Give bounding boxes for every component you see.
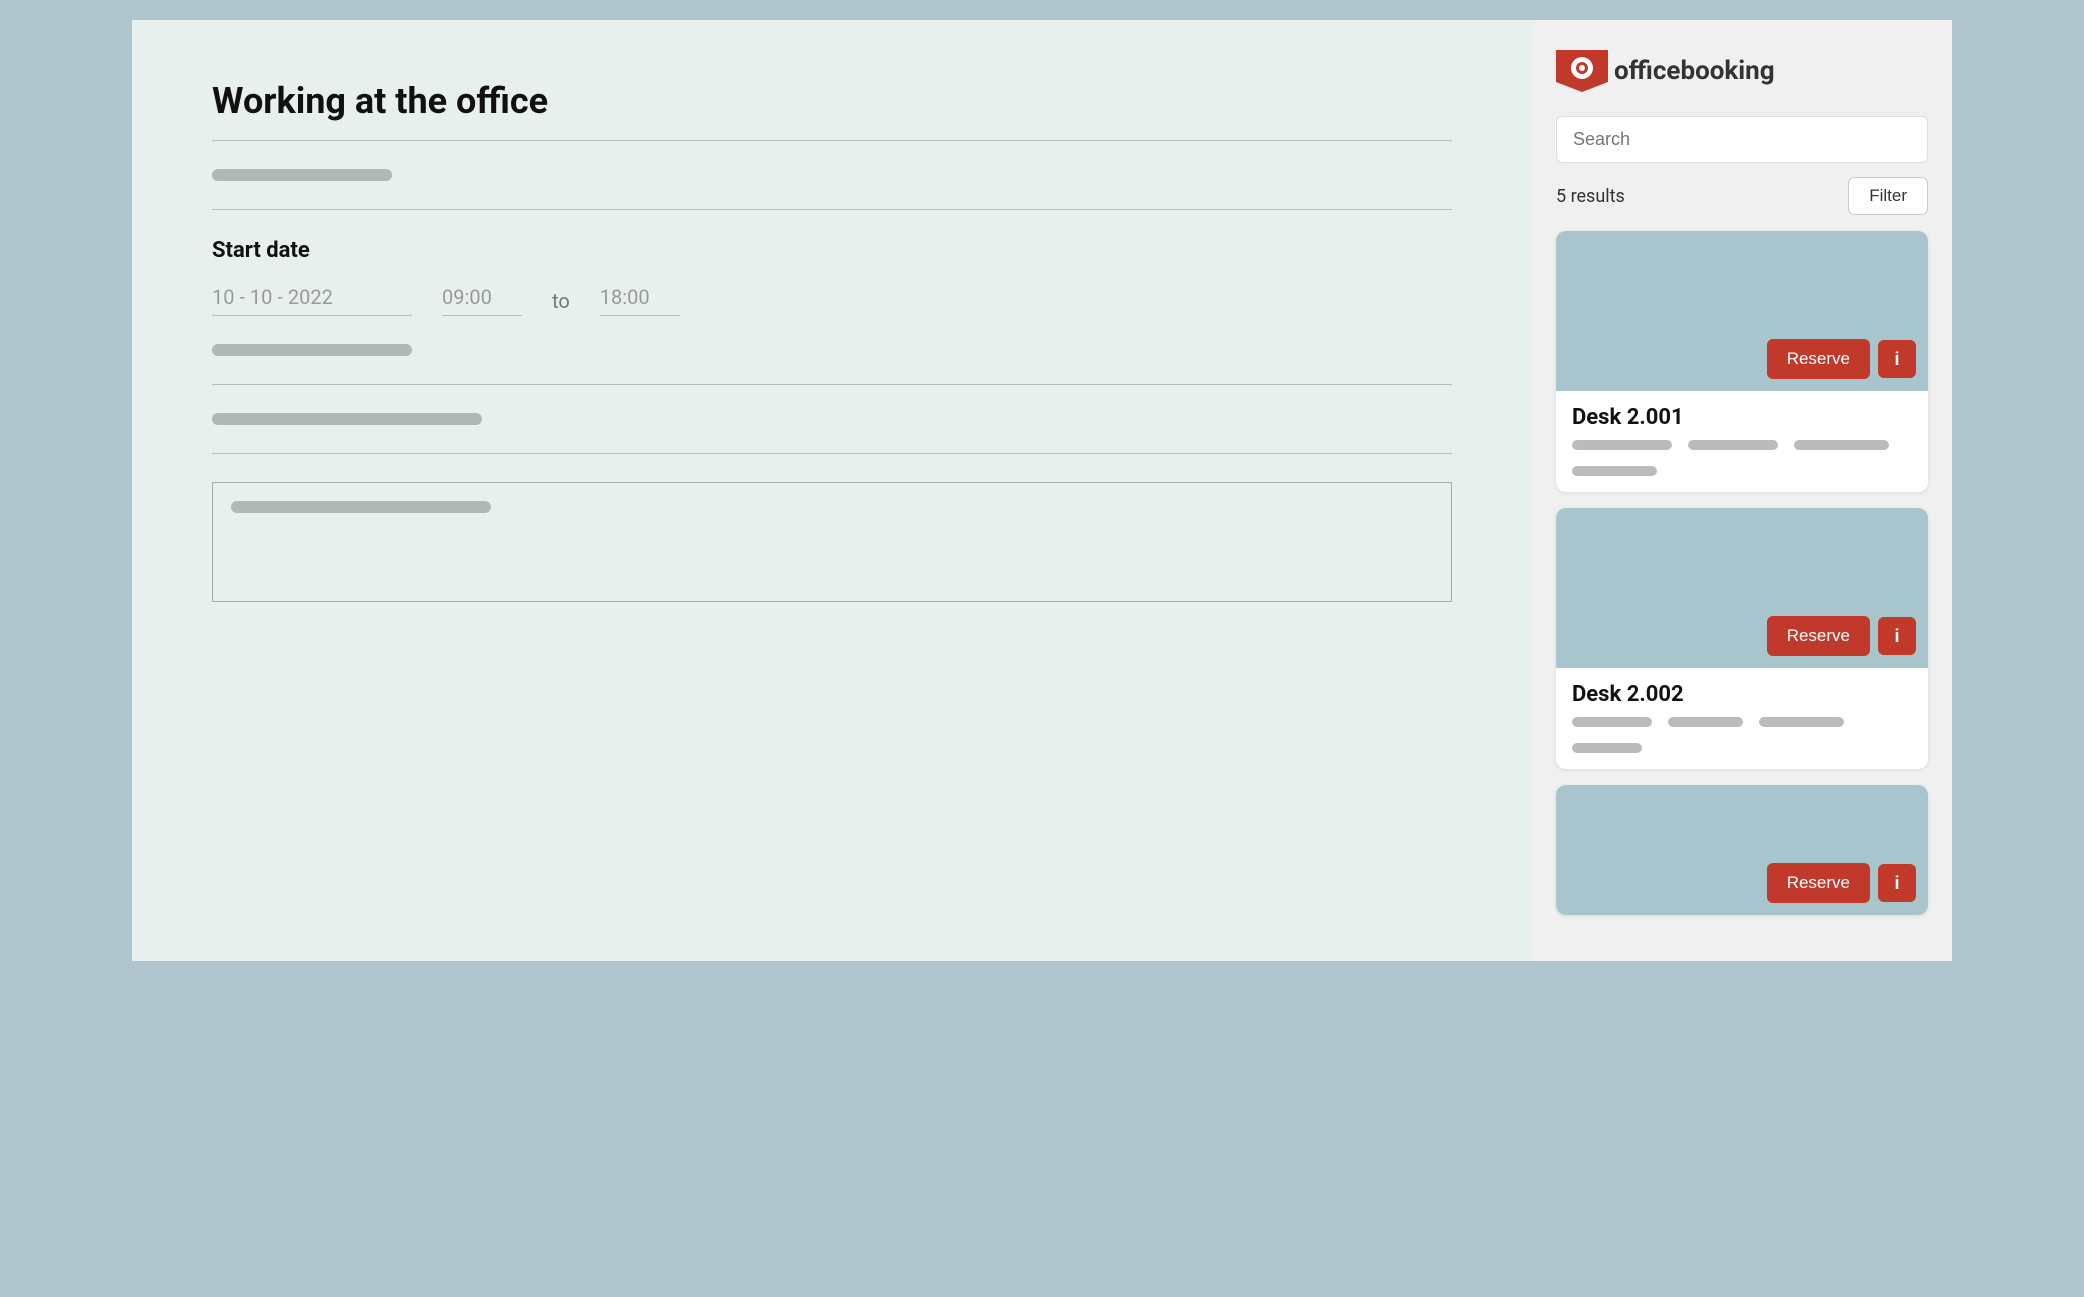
divider-2 [212, 209, 1452, 210]
logo-booking: booking [1680, 56, 1774, 86]
to-label: to [552, 289, 570, 313]
meta-bar-1-1 [1572, 440, 1672, 450]
reserve-button-1[interactable]: Reserve [1767, 339, 1870, 379]
card-btn-row-3: Reserve i [1767, 863, 1916, 903]
time-start-input[interactable]: 09:00 [442, 285, 522, 316]
divider-3 [212, 384, 1452, 385]
desk-card-3: Reserve i [1556, 785, 1928, 915]
logo-office: office [1614, 56, 1680, 86]
placeholder-bar-1 [212, 169, 392, 181]
logo-icon [1556, 50, 1608, 92]
reserve-button-3[interactable]: Reserve [1767, 863, 1870, 903]
results-count: 5 results [1556, 186, 1625, 207]
logo-area: officebooking [1556, 50, 1928, 92]
desk-card-1: Reserve i Desk 2.001 [1556, 231, 1928, 492]
meta-bar-2-3 [1759, 717, 1844, 727]
date-time-row: 10 - 10 - 2022 09:00 to 18:00 [212, 285, 1452, 316]
reserve-button-2[interactable]: Reserve [1767, 616, 1870, 656]
info-button-3[interactable]: i [1878, 864, 1916, 902]
right-panel: officebooking 5 results Filter Reserve i… [1532, 20, 1952, 961]
textarea-placeholder [231, 501, 491, 513]
meta-bar-1-4 [1572, 466, 1657, 476]
search-input[interactable] [1556, 116, 1928, 163]
meta-bar-2-2 [1668, 717, 1743, 727]
notes-textarea[interactable] [212, 482, 1452, 602]
placeholder-bar-2 [212, 344, 412, 356]
desk-name-2: Desk 2.002 [1572, 682, 1912, 707]
logo-text: officebooking [1614, 56, 1775, 86]
results-row: 5 results Filter [1556, 177, 1928, 215]
card-btn-row-2: Reserve i [1767, 616, 1916, 656]
meta-bar-1-2 [1688, 440, 1778, 450]
section-label-start-date: Start date [212, 238, 1452, 263]
left-panel: Working at the office Start date 10 - 10… [132, 20, 1532, 961]
page-title: Working at the office [212, 80, 1452, 122]
card-btn-row-1: Reserve i [1767, 339, 1916, 379]
meta-bar-1-3 [1794, 440, 1889, 450]
desk-meta-2 [1572, 717, 1912, 753]
time-end-input[interactable]: 18:00 [600, 285, 680, 316]
desk-card-image-2: Reserve i [1556, 508, 1928, 668]
desk-name-1: Desk 2.001 [1572, 405, 1912, 430]
info-button-1[interactable]: i [1878, 340, 1916, 378]
divider-4 [212, 453, 1452, 454]
divider-1 [212, 140, 1452, 141]
desk-card-body-1: Desk 2.001 [1556, 391, 1928, 492]
desk-card-image-3: Reserve i [1556, 785, 1928, 915]
desk-card-body-2: Desk 2.002 [1556, 668, 1928, 769]
meta-bar-2-4 [1572, 743, 1642, 753]
meta-bar-2-1 [1572, 717, 1652, 727]
info-button-2[interactable]: i [1878, 617, 1916, 655]
desk-meta-1 [1572, 440, 1912, 476]
placeholder-bar-3 [212, 413, 482, 425]
date-input[interactable]: 10 - 10 - 2022 [212, 285, 412, 316]
desk-card-2: Reserve i Desk 2.002 [1556, 508, 1928, 769]
filter-button[interactable]: Filter [1848, 177, 1928, 215]
desk-card-image-1: Reserve i [1556, 231, 1928, 391]
